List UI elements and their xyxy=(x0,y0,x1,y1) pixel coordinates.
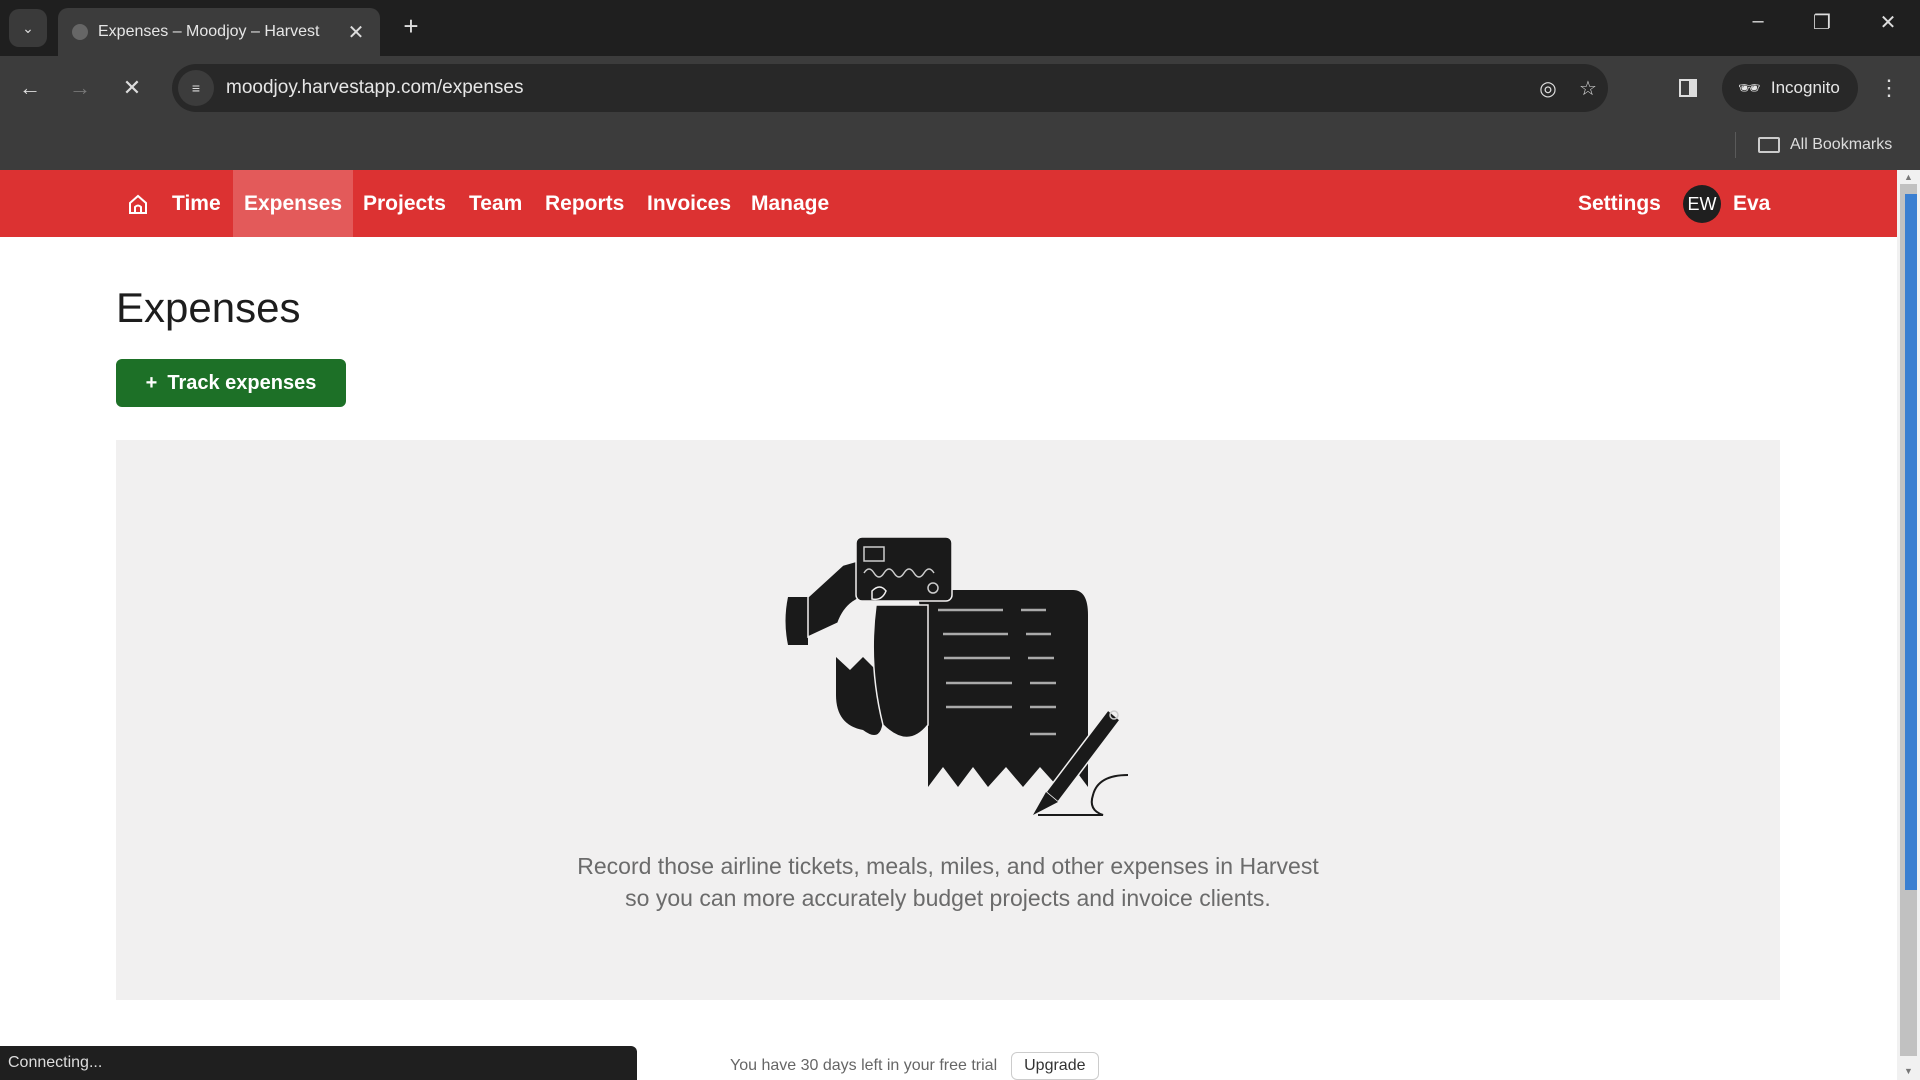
folder-icon xyxy=(1758,137,1780,153)
trial-text: You have 30 days left in your free trial xyxy=(730,1057,998,1074)
nav-reports[interactable]: Reports xyxy=(533,170,636,237)
page-viewport: Time Expenses Projects Team Reports Invo… xyxy=(0,170,1897,1080)
url-text[interactable]: moodjoy.harvestapp.com/expenses xyxy=(226,77,1528,99)
scroll-thumb[interactable] xyxy=(1905,194,1917,890)
nav-manage[interactable]: Manage xyxy=(739,170,841,237)
empty-state-text: Record those airline tickets, meals, mil… xyxy=(116,850,1780,914)
browser-tab-strip: ⌄ Expenses – Moodjoy – Harvest ✕ + – ❐ ✕ xyxy=(0,0,1920,56)
all-bookmarks-button[interactable]: All Bookmarks xyxy=(1758,132,1892,158)
tab-search-button[interactable]: ⌄ xyxy=(9,9,47,47)
new-tab-button[interactable]: + xyxy=(396,12,426,42)
side-panel-button[interactable] xyxy=(1672,72,1704,104)
app-nav-bar: Time Expenses Projects Team Reports Invo… xyxy=(0,170,1897,237)
nav-settings[interactable]: Settings xyxy=(1566,170,1673,237)
nav-expenses[interactable]: Expenses xyxy=(233,170,353,237)
empty-state-line-2: so you can more accurately budget projec… xyxy=(625,885,1271,911)
empty-state-line-1: Record those airline tickets, meals, mil… xyxy=(577,853,1319,879)
avatar[interactable]: EW xyxy=(1683,185,1721,223)
incognito-label: Incognito xyxy=(1770,78,1840,97)
stop-loading-button[interactable]: ✕ xyxy=(116,72,148,104)
chevron-down-icon: ⌄ xyxy=(22,19,34,36)
forward-button[interactable]: → xyxy=(64,72,96,104)
home-icon[interactable] xyxy=(124,192,152,216)
tab-title: Expenses – Moodjoy – Harvest xyxy=(98,23,320,40)
page-scrollbar[interactable]: ▲ ▼ xyxy=(1897,170,1920,1080)
incognito-icon: 🕶 xyxy=(1738,77,1761,98)
browser-toolbar: ← → ✕ ≡ moodjoy.harvestapp.com/expenses … xyxy=(0,56,1920,120)
scroll-down-icon[interactable]: ▼ xyxy=(1903,1066,1914,1076)
incognito-badge[interactable]: 🕶 Incognito xyxy=(1722,64,1858,112)
all-bookmarks-label: All Bookmarks xyxy=(1790,136,1893,153)
browser-menu-button[interactable]: ⋮ xyxy=(1875,72,1903,104)
address-bar[interactable]: ≡ moodjoy.harvestapp.com/expenses ◎ ☆ xyxy=(172,64,1608,112)
star-bookmark-icon[interactable]: ☆ xyxy=(1568,76,1608,101)
scroll-up-icon[interactable]: ▲ xyxy=(1903,172,1914,182)
arrow-right-icon: → xyxy=(69,75,91,100)
bookmarks-bar: All Bookmarks xyxy=(0,120,1920,170)
user-name[interactable]: Eva xyxy=(1721,170,1782,237)
close-tab-icon[interactable]: ✕ xyxy=(346,20,366,45)
nav-projects[interactable]: Projects xyxy=(351,170,458,237)
side-panel-icon xyxy=(1679,79,1697,97)
nav-team[interactable]: Team xyxy=(457,170,534,237)
track-expenses-button[interactable]: + Track expenses xyxy=(116,359,346,407)
close-window-button[interactable]: ✕ xyxy=(1868,10,1908,35)
track-expenses-label: Track expenses xyxy=(167,371,317,394)
minimize-button[interactable]: – xyxy=(1738,10,1778,33)
trial-banner: You have 30 days left in your free trial… xyxy=(730,1052,1099,1080)
browser-status-bar: Connecting... xyxy=(0,1046,637,1080)
arrow-left-icon: ← xyxy=(19,75,41,100)
empty-state-panel: Record those airline tickets, meals, mil… xyxy=(116,440,1780,1000)
close-icon: ✕ xyxy=(122,75,142,100)
tab-loading-icon xyxy=(72,24,88,40)
browser-tab[interactable]: Expenses – Moodjoy – Harvest ✕ xyxy=(58,8,380,56)
page-title: Expenses xyxy=(116,284,301,331)
nav-time[interactable]: Time xyxy=(160,170,233,237)
back-button[interactable]: ← xyxy=(14,72,46,104)
site-settings-icon[interactable]: ≡ xyxy=(178,70,214,106)
eye-slash-icon[interactable]: ◎ xyxy=(1528,76,1568,101)
restore-button[interactable]: ❐ xyxy=(1802,10,1842,35)
nav-invoices[interactable]: Invoices xyxy=(635,170,743,237)
plus-icon: + xyxy=(145,371,158,394)
receipt-illustration xyxy=(785,536,1128,816)
bookmarks-divider xyxy=(1735,132,1736,158)
upgrade-button[interactable]: Upgrade xyxy=(1011,1052,1099,1080)
